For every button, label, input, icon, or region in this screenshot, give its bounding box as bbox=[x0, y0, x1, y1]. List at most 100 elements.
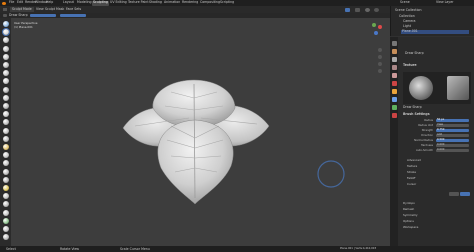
scene-selector[interactable]: Scene bbox=[400, 1, 410, 4]
inflate-icon[interactable] bbox=[3, 70, 9, 77]
options-section[interactable]: Options bbox=[403, 220, 414, 223]
draw-brush-icon[interactable] bbox=[3, 21, 9, 27]
clay-thumb-icon[interactable] bbox=[3, 53, 9, 60]
crease-icon[interactable] bbox=[3, 86, 9, 93]
brush-preview-icon[interactable] bbox=[3, 13, 7, 18]
multiplane-scrape-icon[interactable] bbox=[3, 127, 9, 134]
scrape-icon[interactable] bbox=[3, 119, 9, 126]
brush-name-label: Draw Sharp bbox=[405, 51, 424, 55]
fill-icon[interactable] bbox=[3, 111, 9, 118]
output-tab-icon[interactable] bbox=[391, 57, 397, 62]
mode-dropdown[interactable]: Sculpt Mode bbox=[10, 7, 34, 12]
falloff-preset-button[interactable] bbox=[460, 192, 470, 196]
menu-help[interactable]: Help bbox=[46, 1, 53, 4]
snake-hook-icon[interactable] bbox=[3, 160, 9, 167]
falloff-section[interactable]: Falloff bbox=[407, 177, 415, 180]
outliner-item-selected[interactable]: Plane.001 bbox=[401, 30, 469, 34]
brush-name-field[interactable]: Draw Sharp bbox=[9, 13, 28, 17]
workspace-section[interactable]: Workspace bbox=[403, 226, 418, 229]
menu-face-sets[interactable]: Face Sets bbox=[66, 7, 81, 11]
brush-settings-section[interactable]: Brush Settings bbox=[403, 112, 430, 116]
solid-shading-icon[interactable] bbox=[365, 7, 370, 12]
setting-label: Direction bbox=[421, 134, 433, 137]
view-layer-tab-icon[interactable] bbox=[391, 65, 397, 70]
scene-collection-label: Scene Collection bbox=[395, 8, 422, 12]
data-tab-icon[interactable] bbox=[391, 105, 397, 110]
zoom-icon[interactable] bbox=[378, 48, 382, 52]
grab-icon[interactable] bbox=[3, 144, 9, 150]
camera-view-icon[interactable] bbox=[378, 62, 382, 66]
outliner-item[interactable]: Camera bbox=[403, 19, 416, 23]
strength-field[interactable] bbox=[60, 14, 86, 17]
thumb-icon[interactable] bbox=[3, 168, 9, 175]
overlay-toggle-icon[interactable] bbox=[345, 7, 350, 12]
cloth-icon[interactable] bbox=[3, 217, 9, 224]
clay-icon[interactable] bbox=[3, 37, 9, 44]
symmetry-section[interactable]: Symmetry bbox=[403, 214, 418, 217]
pinch-icon[interactable] bbox=[3, 135, 9, 142]
y-axis-icon[interactable] bbox=[372, 23, 376, 27]
radius-unit-select[interactable]: View bbox=[436, 123, 469, 128]
radius-input[interactable]: 50 px bbox=[436, 118, 469, 123]
cursor-section[interactable]: Cursor bbox=[407, 183, 416, 186]
render-tab-icon[interactable] bbox=[391, 49, 397, 54]
material-shading-icon[interactable] bbox=[374, 7, 379, 12]
texture-name-field[interactable]: Draw Sharp bbox=[403, 105, 422, 109]
texture-thumbnail[interactable] bbox=[447, 76, 469, 100]
modifier-tab-icon[interactable] bbox=[391, 97, 397, 102]
draw-sharp-icon[interactable] bbox=[2, 28, 10, 37]
remesh-section[interactable]: Remesh bbox=[403, 208, 414, 211]
material-tab-icon[interactable] bbox=[391, 113, 397, 118]
nudge-icon[interactable] bbox=[3, 185, 9, 191]
simplify-icon[interactable] bbox=[3, 226, 9, 232]
mask-icon[interactable] bbox=[3, 234, 9, 241]
menu-sculpt[interactable]: Sculpt bbox=[45, 7, 55, 11]
boundary-icon[interactable] bbox=[3, 209, 9, 216]
dyntopo-section[interactable]: Dyntopo bbox=[403, 202, 415, 205]
world-tab-icon[interactable] bbox=[391, 81, 397, 86]
object-tab-icon[interactable] bbox=[391, 89, 397, 94]
perspective-toggle-icon[interactable] bbox=[378, 69, 382, 73]
properties-editor: Draw Sharp Texture Draw Sharp Brush Sett… bbox=[390, 37, 474, 246]
editor-type-icon[interactable] bbox=[3, 7, 7, 11]
outliner-item[interactable]: Light bbox=[403, 24, 411, 28]
status-bar: Select Rotate View Scale Cursor Menu Pla… bbox=[0, 246, 474, 252]
hardness-input[interactable]: 0.000 bbox=[436, 143, 469, 148]
radius-field[interactable] bbox=[30, 14, 56, 17]
3d-viewport[interactable]: User Perspective (1) Plane.001 bbox=[11, 18, 390, 246]
outliner-item[interactable]: Collection bbox=[399, 14, 415, 18]
texture-subsection[interactable]: Texture bbox=[407, 165, 417, 168]
view-layer-selector[interactable]: View Layer bbox=[436, 1, 453, 4]
smooth-icon[interactable] bbox=[3, 94, 9, 101]
xray-icon[interactable] bbox=[355, 7, 360, 12]
tool-tab-icon[interactable] bbox=[391, 41, 397, 46]
menu-edit[interactable]: Edit bbox=[17, 1, 23, 4]
texture-section[interactable]: Texture bbox=[403, 63, 417, 67]
x-axis-icon[interactable] bbox=[378, 25, 382, 29]
normal-radius-input[interactable]: 0.500 bbox=[436, 138, 469, 143]
blob-icon[interactable] bbox=[3, 78, 9, 85]
pose-icon[interactable] bbox=[3, 176, 9, 183]
menu-file[interactable]: File bbox=[9, 1, 14, 4]
strength-input[interactable]: 0.750 bbox=[436, 128, 469, 133]
blender-logo-icon[interactable] bbox=[2, 1, 6, 5]
menu-mask[interactable]: Mask bbox=[56, 7, 64, 11]
navigation-gizmo[interactable] bbox=[366, 22, 386, 44]
rotate-icon[interactable] bbox=[3, 193, 9, 200]
auto-smooth-input[interactable]: 0.000 bbox=[436, 148, 469, 153]
slide-relax-icon[interactable] bbox=[3, 201, 9, 208]
z-axis-icon[interactable] bbox=[374, 31, 378, 35]
layer-icon[interactable] bbox=[3, 62, 9, 68]
flatten-icon[interactable] bbox=[3, 103, 9, 109]
status-cursor: Scale Cursor Menu bbox=[120, 246, 150, 251]
clay-strips-icon[interactable] bbox=[3, 45, 9, 52]
brush-preview-image bbox=[409, 76, 433, 100]
advanced-section[interactable]: Advanced bbox=[407, 159, 421, 162]
menu-view[interactable]: View bbox=[36, 7, 44, 11]
pan-icon[interactable] bbox=[378, 55, 382, 59]
scene-tab-icon[interactable] bbox=[391, 73, 397, 78]
falloff-preset-button[interactable] bbox=[449, 192, 459, 196]
stroke-section[interactable]: Stroke bbox=[407, 171, 416, 174]
direction-toggle[interactable]: Add bbox=[436, 133, 469, 138]
elastic-deform-icon[interactable] bbox=[3, 152, 9, 159]
